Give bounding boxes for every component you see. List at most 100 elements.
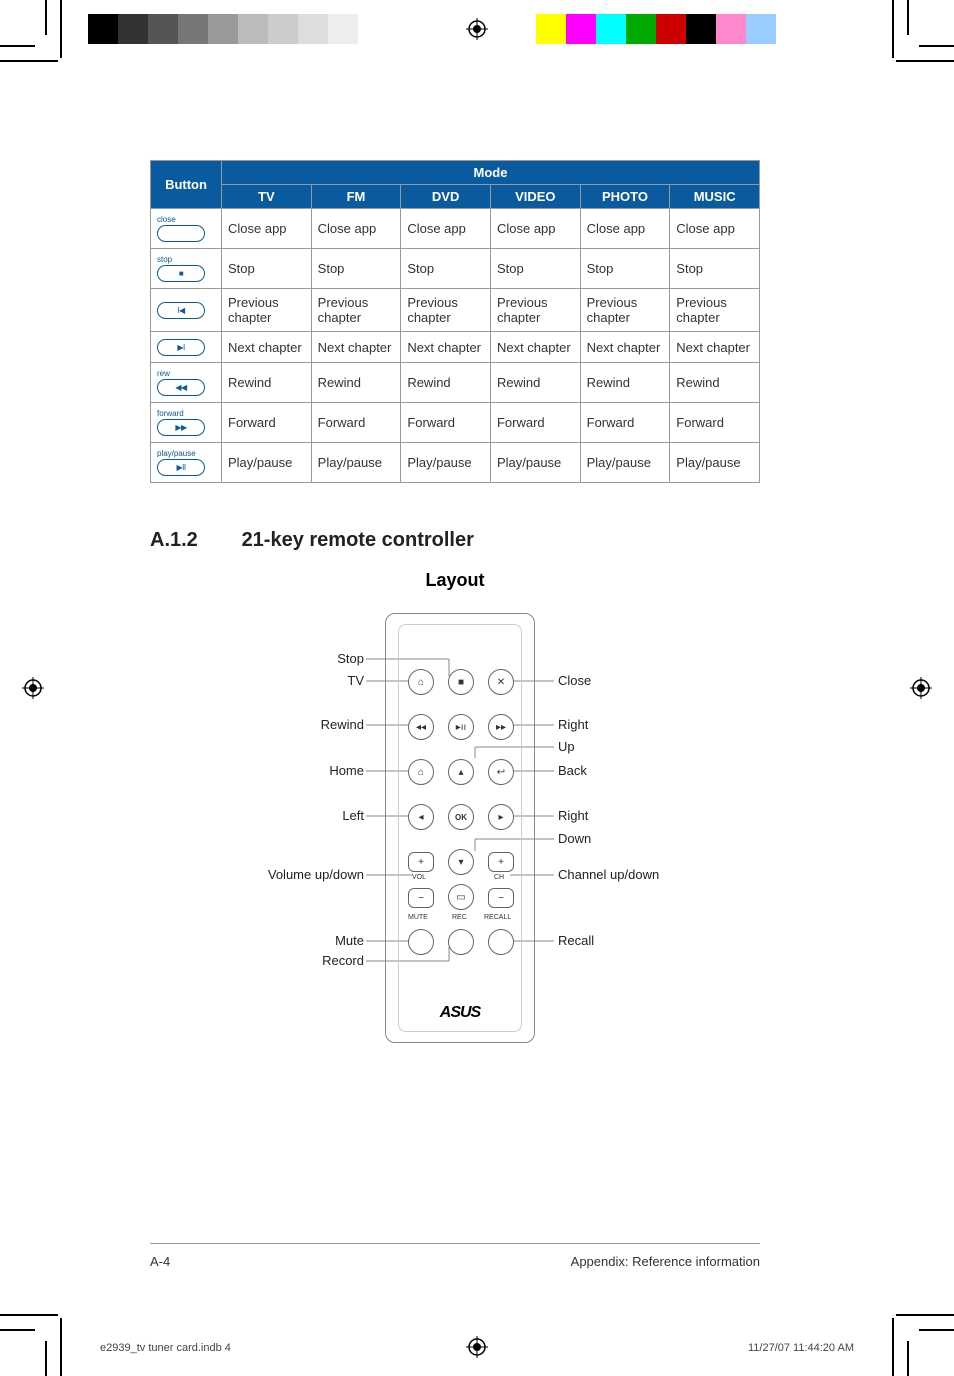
layout-subheading: Layout xyxy=(150,570,760,591)
color-swatches xyxy=(536,14,776,44)
table-row: stop■StopStopStopStopStopStop xyxy=(151,249,760,289)
vol-text: VOL xyxy=(412,874,426,881)
btn-down-icon: ▾ xyxy=(448,849,474,875)
button-mode-table: Button Mode TVFMDVDVIDEOPHOTOMUSIC close… xyxy=(150,160,760,483)
table-row: close Close appClose appClose appClose a… xyxy=(151,209,760,249)
mode-cell: Next chapter xyxy=(490,332,580,363)
btn-close-icon: ✕ xyxy=(488,669,514,695)
mode-cell: Previous chapter xyxy=(311,289,401,332)
label-tv: TV xyxy=(344,673,364,688)
mode-cell: Next chapter xyxy=(580,332,670,363)
mode-cell: Rewind xyxy=(401,363,491,403)
label-mute: Mute xyxy=(329,933,364,948)
button-cell: stop■ xyxy=(151,249,222,289)
recall-text: RECALL xyxy=(484,914,511,921)
registration-mark-icon xyxy=(910,677,932,699)
mode-cell: Forward xyxy=(490,403,580,443)
rec-text: REC xyxy=(452,914,467,921)
heading-title: 21-key remote controller xyxy=(242,529,474,551)
th-mode-dvd: DVD xyxy=(401,185,491,209)
mode-cell: Close app xyxy=(311,209,401,249)
button-cell: play/pause▶II xyxy=(151,443,222,483)
slug-file: e2939_tv tuner card.indb 4 xyxy=(100,1342,231,1354)
btn-rewind-icon: ◂◂ xyxy=(408,714,434,740)
mode-cell: Next chapter xyxy=(311,332,401,363)
btn-image-icon: ▭ xyxy=(448,884,474,910)
registration-mark-icon xyxy=(466,18,488,40)
label-down: Down xyxy=(558,831,591,846)
label-left: Left xyxy=(336,808,364,823)
mode-cell: Play/pause xyxy=(670,443,760,483)
page-number: A-4 xyxy=(150,1254,170,1269)
btn-ch-up-icon: + xyxy=(488,852,514,872)
btn-vol-down-icon: − xyxy=(408,888,434,908)
label-right-a: Right xyxy=(558,717,588,732)
label-ch: Channel up/down xyxy=(558,867,659,882)
grayscale-swatches xyxy=(88,14,358,44)
mode-cell: Next chapter xyxy=(401,332,491,363)
mode-cell: Stop xyxy=(670,249,760,289)
mode-cell: Previous chapter xyxy=(670,289,760,332)
table-row: forward▶▶ForwardForwardForwardForwardFor… xyxy=(151,403,760,443)
btn-play-icon: ▸ıı xyxy=(448,714,474,740)
mode-cell: Play/pause xyxy=(490,443,580,483)
mode-cell: Rewind xyxy=(311,363,401,403)
mode-cell: Play/pause xyxy=(580,443,670,483)
mode-cell: Close app xyxy=(222,209,312,249)
btn-mute xyxy=(408,929,434,955)
mode-cell: Play/pause xyxy=(401,443,491,483)
mode-cell: Rewind xyxy=(490,363,580,403)
btn-vol-up-icon: + xyxy=(408,852,434,872)
th-mode-video: VIDEO xyxy=(490,185,580,209)
brand-logo: ASUS xyxy=(386,1004,534,1022)
table-row: rew◀◀RewindRewindRewindRewindRewindRewin… xyxy=(151,363,760,403)
mode-cell: Forward xyxy=(580,403,670,443)
button-cell: forward▶▶ xyxy=(151,403,222,443)
button-cell: ▶I xyxy=(151,332,222,363)
th-mode-photo: PHOTO xyxy=(580,185,670,209)
btn-right-icon: ▸ xyxy=(488,804,514,830)
table-row: I◀Previous chapterPrevious chapterPrevio… xyxy=(151,289,760,332)
mode-cell: Next chapter xyxy=(222,332,312,363)
th-mode-fm: FM xyxy=(311,185,401,209)
button-cell: close xyxy=(151,209,222,249)
label-record: Record xyxy=(316,953,364,968)
mode-cell: Stop xyxy=(311,249,401,289)
th-mode: Mode xyxy=(222,161,760,185)
mode-cell: Rewind xyxy=(670,363,760,403)
mode-cell: Stop xyxy=(580,249,670,289)
label-stop: Stop xyxy=(330,651,364,666)
th-mode-music: MUSIC xyxy=(670,185,760,209)
th-button: Button xyxy=(151,161,222,209)
mode-cell: Close app xyxy=(580,209,670,249)
btn-recall xyxy=(488,929,514,955)
mode-cell: Next chapter xyxy=(670,332,760,363)
th-mode-tv: TV xyxy=(222,185,312,209)
btn-forward-icon: ▸▸ xyxy=(488,714,514,740)
mode-cell: Play/pause xyxy=(311,443,401,483)
mode-cell: Previous chapter xyxy=(490,289,580,332)
label-recall: Recall xyxy=(558,933,594,948)
section-heading: A.1.2 21-key remote controller xyxy=(150,529,760,552)
slug-time: 11/27/07 11:44:20 AM xyxy=(748,1342,854,1354)
remote-outline: ⌂ ■ ✕ ◂◂ ▸ıı ▸▸ ⌂ ▴ ↩ ◂ OK ▸ + ▾ + VOL C… xyxy=(385,613,535,1043)
mute-text: MUTE xyxy=(408,914,428,921)
mode-cell: Forward xyxy=(670,403,760,443)
btn-up-icon: ▴ xyxy=(448,759,474,785)
mode-cell: Rewind xyxy=(580,363,670,403)
btn-ch-down-icon: − xyxy=(488,888,514,908)
footer-title: Appendix: Reference information xyxy=(571,1254,760,1269)
mode-cell: Stop xyxy=(222,249,312,289)
mode-cell: Close app xyxy=(670,209,760,249)
mode-cell: Play/pause xyxy=(222,443,312,483)
mode-cell: Forward xyxy=(401,403,491,443)
btn-stop-icon: ■ xyxy=(448,669,474,695)
mode-cell: Close app xyxy=(490,209,580,249)
label-up: Up xyxy=(558,739,575,754)
mode-cell: Rewind xyxy=(222,363,312,403)
mode-cell: Close app xyxy=(401,209,491,249)
btn-tv-icon: ⌂ xyxy=(408,669,434,695)
mode-cell: Previous chapter xyxy=(580,289,670,332)
btn-home-icon: ⌂ xyxy=(408,759,434,785)
button-cell: rew◀◀ xyxy=(151,363,222,403)
